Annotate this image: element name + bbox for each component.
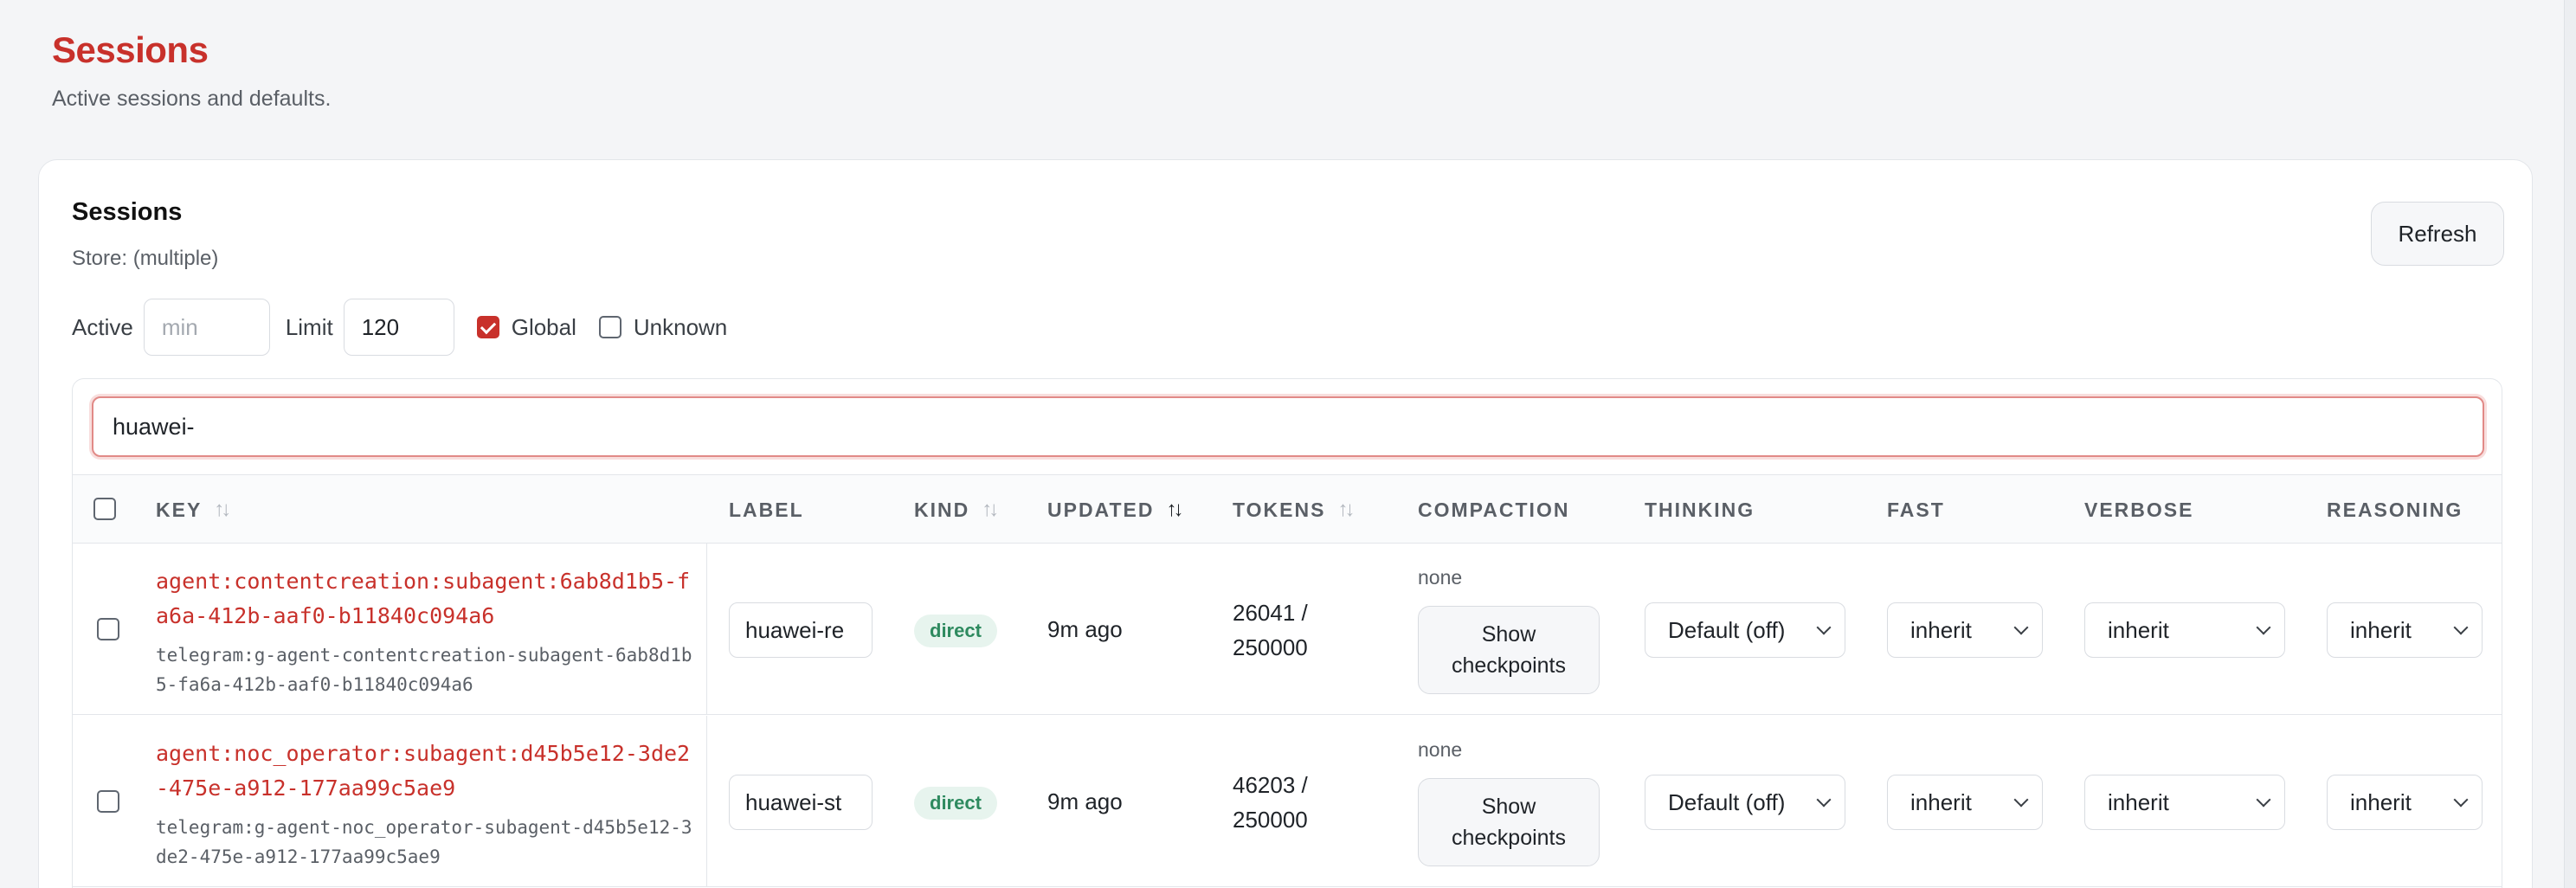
chevron-down-icon — [1816, 792, 1832, 808]
unknown-label: Unknown — [633, 313, 728, 340]
session-key-link[interactable]: agent:noc_operator:subagent:d45b5e12-3de… — [156, 737, 692, 806]
chevron-down-icon — [2453, 792, 2469, 808]
thinking-select[interactable]: Default (off) — [1645, 602, 1845, 658]
global-label: Global — [511, 313, 576, 340]
column-kind[interactable]: KIND ↑↓ — [914, 475, 999, 544]
session-key-sub: telegram:g-agent-contentcreation-subagen… — [156, 645, 692, 695]
limit-label: Limit — [285, 313, 333, 340]
show-checkpoints-button[interactable]: Show checkpoints — [1418, 778, 1600, 866]
key-cell: agent:contentcreation:subagent:6ab8d1b5-… — [73, 544, 707, 715]
column-reasoning: REASONING — [2327, 498, 2463, 521]
card-title: Sessions — [72, 198, 183, 226]
column-key[interactable]: KEY ↑↓ — [156, 475, 231, 544]
kind-badge: direct — [914, 787, 997, 820]
store-info: Store: (multiple) — [72, 247, 219, 270]
global-filter[interactable]: Global — [476, 313, 576, 341]
chevron-down-icon — [2013, 792, 2029, 808]
sessions-page: Sessions Active sessions and defaults. S… — [0, 0, 2576, 888]
compaction-value: none — [1418, 566, 1463, 589]
sessions-table: KEY ↑↓ LABEL KIND ↑↓ UPDATED ↑↓ TOKENS ↑… — [72, 378, 2502, 888]
filters-bar: Active Limit Global Unknown — [72, 299, 727, 356]
column-compaction: COMPACTION — [1418, 498, 1570, 521]
column-label: LABEL — [729, 498, 804, 521]
row-checkbox-icon[interactable] — [97, 618, 119, 640]
reasoning-select[interactable]: inherit — [2327, 602, 2483, 658]
compaction-value: none — [1418, 738, 1463, 761]
refresh-button[interactable]: Refresh — [2371, 202, 2504, 266]
chevron-down-icon — [2256, 792, 2271, 808]
sort-icon: ↑↓ — [214, 498, 231, 521]
label-input[interactable] — [729, 775, 873, 830]
updated-time: 9m ago — [1047, 616, 1123, 642]
table-row[interactable]: agent:noc_operator:subagent:d45b5e12-3de… — [73, 716, 2502, 887]
chevron-down-icon — [2256, 620, 2271, 635]
active-min-input[interactable] — [143, 299, 270, 356]
verbose-select[interactable]: inherit — [2084, 775, 2285, 830]
page-scrollbar[interactable] — [2564, 0, 2576, 888]
fast-select[interactable]: inherit — [1887, 602, 2043, 658]
unknown-checkbox-icon[interactable] — [598, 316, 621, 338]
sort-icon: ↑↓ — [1337, 498, 1355, 521]
sort-icon: ↑↓ — [982, 498, 999, 521]
select-all-checkbox-icon[interactable] — [93, 498, 116, 520]
row-checkbox-icon[interactable] — [97, 790, 119, 813]
search-input[interactable] — [92, 396, 2484, 457]
chevron-down-icon — [2013, 620, 2029, 635]
kind-badge: direct — [914, 615, 997, 647]
chevron-down-icon — [2453, 620, 2469, 635]
reasoning-select[interactable]: inherit — [2327, 775, 2483, 830]
limit-input[interactable] — [343, 299, 454, 356]
sessions-card: Sessions Store: (multiple) Refresh Activ… — [38, 159, 2533, 888]
label-input[interactable] — [729, 602, 873, 658]
unknown-filter[interactable]: Unknown — [598, 313, 728, 341]
table-row[interactable]: agent:contentcreation:subagent:6ab8d1b5-… — [73, 544, 2502, 715]
table-header: KEY ↑↓ LABEL KIND ↑↓ UPDATED ↑↓ TOKENS ↑… — [73, 474, 2502, 544]
column-fast: FAST — [1887, 498, 1945, 521]
column-updated[interactable]: UPDATED ↑↓ — [1047, 475, 1183, 544]
key-cell: agent:noc_operator:subagent:d45b5e12-3de… — [73, 716, 707, 887]
tokens-value: 26041 / 250000 — [1233, 600, 1308, 660]
page-subtitle: Active sessions and defaults. — [52, 87, 332, 111]
column-verbose: VERBOSE — [2084, 498, 2194, 521]
chevron-down-icon — [1816, 620, 1832, 635]
verbose-select[interactable]: inherit — [2084, 602, 2285, 658]
column-tokens[interactable]: TOKENS ↑↓ — [1233, 475, 1355, 544]
show-checkpoints-button[interactable]: Show checkpoints — [1418, 606, 1600, 694]
tokens-value: 46203 / 250000 — [1233, 772, 1308, 833]
global-checkbox-icon[interactable] — [476, 316, 499, 338]
sort-active-icon: ↑↓ — [1166, 498, 1183, 521]
page-title: Sessions — [52, 29, 209, 70]
session-key-sub: telegram:g-agent-noc_operator-subagent-d… — [156, 817, 692, 867]
session-key-link[interactable]: agent:contentcreation:subagent:6ab8d1b5-… — [156, 564, 692, 634]
active-label: Active — [72, 313, 133, 340]
column-thinking: THINKING — [1645, 498, 1755, 521]
fast-select[interactable]: inherit — [1887, 775, 2043, 830]
updated-time: 9m ago — [1047, 788, 1123, 814]
thinking-select[interactable]: Default (off) — [1645, 775, 1845, 830]
